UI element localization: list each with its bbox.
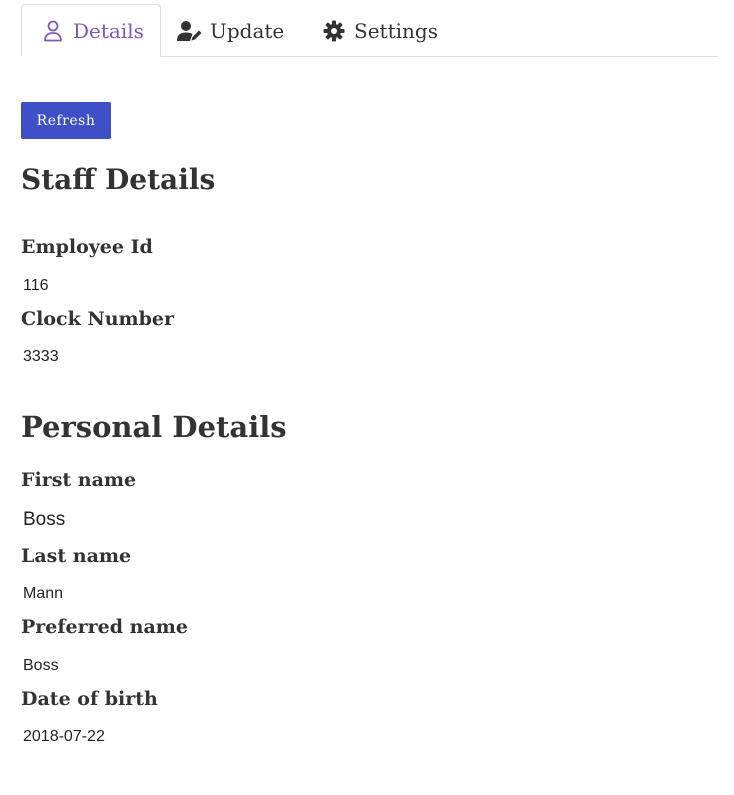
first-name-value: Boss xyxy=(23,509,66,530)
last-name-value: Mann xyxy=(23,585,64,602)
last-name-label: Last name xyxy=(21,545,132,567)
tab-bar: Details Update Settings xyxy=(21,4,718,57)
tab-settings[interactable]: Settings xyxy=(321,4,438,57)
user-outline-icon xyxy=(40,19,66,43)
personal-details-title: Personal Details xyxy=(21,410,287,444)
first-name-label: First name xyxy=(21,469,137,491)
employee-id-value: 116 xyxy=(23,277,49,294)
clock-number-value: 3333 xyxy=(23,348,59,365)
clock-number-label: Clock Number xyxy=(21,308,175,330)
tab-update-label: Update xyxy=(210,18,285,43)
user-edit-icon xyxy=(177,19,203,43)
date-of-birth-label: Date of birth xyxy=(21,688,158,710)
staff-details-title: Staff Details xyxy=(21,163,216,196)
tab-settings-label: Settings xyxy=(354,18,438,43)
preferred-name-value: Boss xyxy=(23,657,59,674)
tab-update[interactable]: Update xyxy=(177,4,284,57)
employee-id-label: Employee Id xyxy=(21,236,153,258)
tab-details-label: Details xyxy=(73,18,144,43)
date-of-birth-value: 2018-07-22 xyxy=(23,728,105,745)
gear-icon xyxy=(321,19,347,43)
preferred-name-label: Preferred name xyxy=(21,616,188,638)
tab-details[interactable]: Details xyxy=(21,4,161,57)
refresh-button[interactable]: Refresh xyxy=(21,102,111,139)
